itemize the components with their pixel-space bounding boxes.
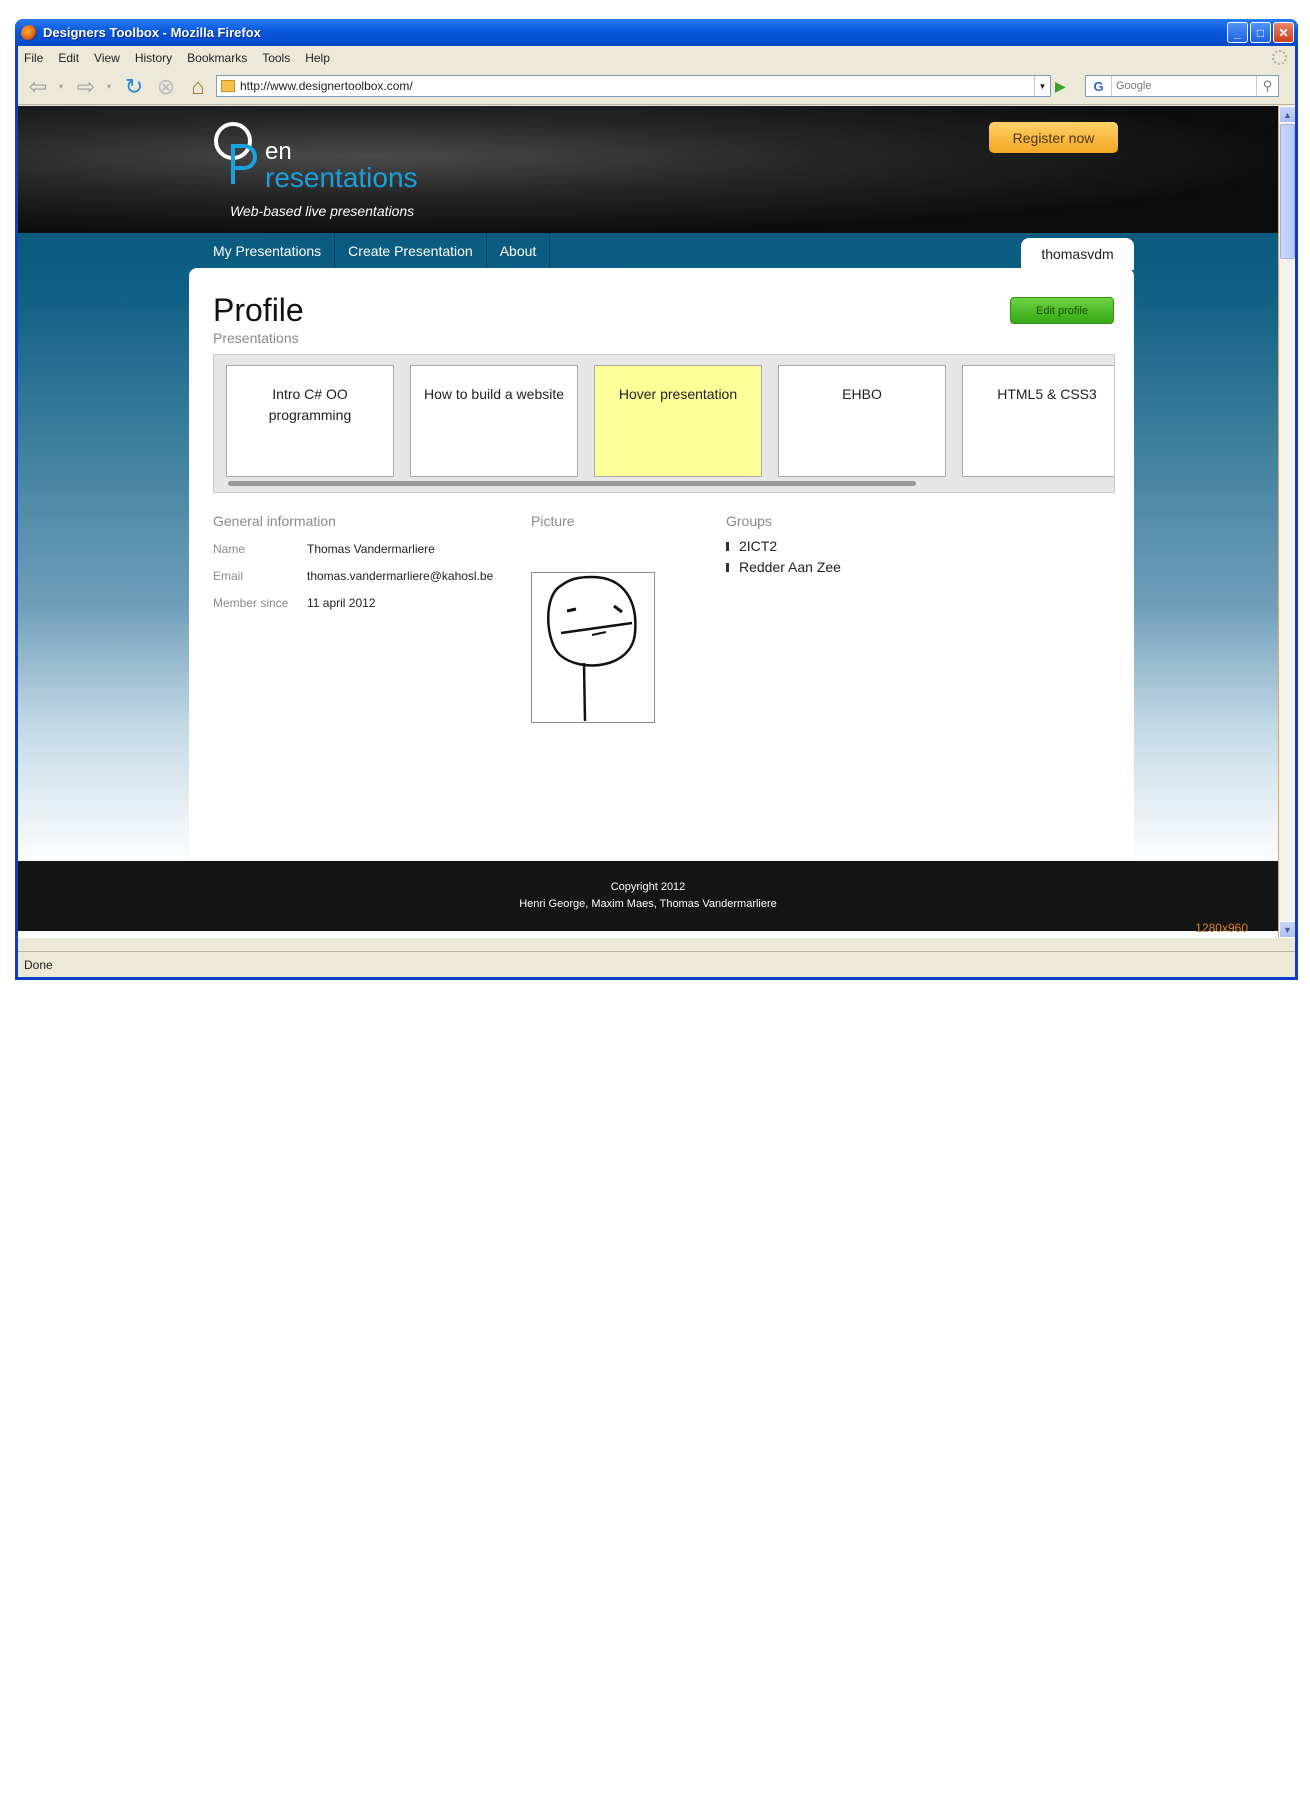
close-button[interactable]: ✕ [1273,22,1294,43]
forward-dropdown-icon[interactable]: ▾ [104,73,114,101]
search-bar[interactable]: G ⚲ [1085,75,1279,97]
edit-profile-button[interactable]: Edit profile [1010,297,1114,324]
page-viewport: en resentations Web-based live presentat… [18,106,1295,938]
nav-about[interactable]: About [487,233,551,268]
register-button[interactable]: Register now [989,122,1118,153]
info-row-member-since: Member since 11 april 2012 [213,596,376,610]
scroll-thumb[interactable] [1280,124,1295,259]
user-tab[interactable]: thomasvdm [1021,238,1134,270]
site-header: en resentations Web-based live presentat… [18,106,1278,233]
url-dropdown-icon[interactable]: ▼ [1034,76,1050,96]
presentation-card[interactable]: Intro C# OO programming [226,365,394,477]
info-value: Thomas Vandermarliere [307,542,435,556]
stop-icon[interactable]: ⊗ [152,73,180,101]
menu-help[interactable]: Help [305,51,330,65]
group-name: Redder Aan Zee [739,559,841,575]
presentations-carousel: Intro C# OO programming How to build a w… [213,354,1115,493]
info-value: 11 april 2012 [307,596,376,610]
web-page: en resentations Web-based live presentat… [18,106,1278,938]
logo-p-bowl [231,144,257,170]
menu-history[interactable]: History [135,51,172,65]
resolution-label: 1280x960 [1195,921,1248,935]
info-key: Name [213,542,246,556]
back-arrow-icon[interactable]: ⇦ [24,73,52,101]
group-item[interactable]: 2ICT2 [726,538,777,554]
bullet-icon [726,562,729,572]
firefox-icon [21,24,37,41]
title-bar: Designers Toolbox - Mozilla Firefox _ □ … [15,19,1298,46]
carousel-scrollbar[interactable] [228,481,916,486]
group-item[interactable]: Redder Aan Zee [726,559,841,575]
presentations-heading: Presentations [213,330,299,346]
picture-heading: Picture [531,513,575,529]
back-dropdown-icon[interactable]: ▾ [56,73,66,101]
forward-arrow-icon[interactable]: ⇨ [72,73,100,101]
url-text[interactable]: http://www.designertoolbox.com/ [240,79,1034,93]
info-row-email: Email thomas.vandermarliere@kahosl.be [213,569,493,583]
maximize-button[interactable]: □ [1250,22,1271,43]
navigation-toolbar: ⇦ ▾ ⇨ ▾ ↻ ⊗ ⌂ http://www.designertoolbox… [18,69,1295,105]
nav-create-presentation[interactable]: Create Presentation [335,233,487,268]
copyright-text: Copyright 2012 [610,881,686,893]
menu-bar: File Edit View History Bookmarks Tools H… [18,46,1295,69]
menu-edit[interactable]: Edit [58,51,79,65]
window-title: Designers Toolbox - Mozilla Firefox [43,25,261,40]
tagline: Web-based live presentations [230,203,415,219]
logo-resentations-text: resentations [265,162,418,193]
scroll-up-icon[interactable]: ▲ [1279,106,1295,123]
info-value: thomas.vandermarliere@kahosl.be [307,569,494,583]
info-row-name: Name Thomas Vandermarliere [213,542,435,556]
page-title: Profile [213,292,304,328]
reload-icon[interactable]: ↻ [120,73,148,101]
group-name: 2ICT2 [739,538,778,554]
bullet-icon [726,541,729,551]
search-input[interactable] [1112,80,1247,92]
throbber-icon [1272,50,1287,65]
presentation-card[interactable]: EHBO [778,365,946,477]
menu-file[interactable]: File [24,51,43,65]
presentation-card[interactable]: HTML5 & CSS3 [962,365,1114,477]
profile-panel: Profile Edit profile Presentations Intro… [189,268,1134,938]
poker-face-drawing [547,575,637,722]
presentation-card[interactable]: How to build a website [410,365,578,477]
scroll-down-icon[interactable]: ▼ [1279,921,1295,938]
site-footer: Copyright 2012 Henri George, Maxim Maes,… [18,861,1278,931]
info-key: Email [213,569,244,583]
google-icon[interactable]: G [1086,76,1112,96]
profile-picture [531,572,655,723]
home-icon[interactable]: ⌂ [184,73,212,101]
status-bar: Done [18,951,1295,977]
main-navigation: My Presentations Create Presentation Abo… [189,233,551,268]
authors-text: Henri George, Maxim Maes, Thomas Vanderm… [519,898,777,910]
favicon-icon [221,80,235,92]
url-bar[interactable]: http://www.designertoolbox.com/ ▼ [216,75,1051,97]
status-text: Done [24,957,53,972]
magnifier-icon[interactable]: ⚲ [1256,76,1278,96]
browser-window: Designers Toolbox - Mozilla Firefox _ □ … [15,19,1298,980]
menu-tools[interactable]: Tools [262,51,290,65]
info-key: Member since [213,596,289,610]
go-arrow-icon[interactable]: ▶ [1055,78,1066,95]
menu-bookmarks[interactable]: Bookmarks [187,51,247,65]
nav-my-presentations[interactable]: My Presentations [189,233,336,268]
general-info-heading: General information [213,513,336,529]
minimize-button[interactable]: _ [1227,22,1248,43]
openpresentations-logo[interactable]: en resentations Web-based live presentat… [214,122,444,222]
groups-heading: Groups [726,513,772,529]
page-scrollbar[interactable]: ▲ ▼ [1278,106,1295,938]
presentation-card-highlighted[interactable]: Hover presentation [594,365,762,477]
menu-view[interactable]: View [94,51,120,65]
